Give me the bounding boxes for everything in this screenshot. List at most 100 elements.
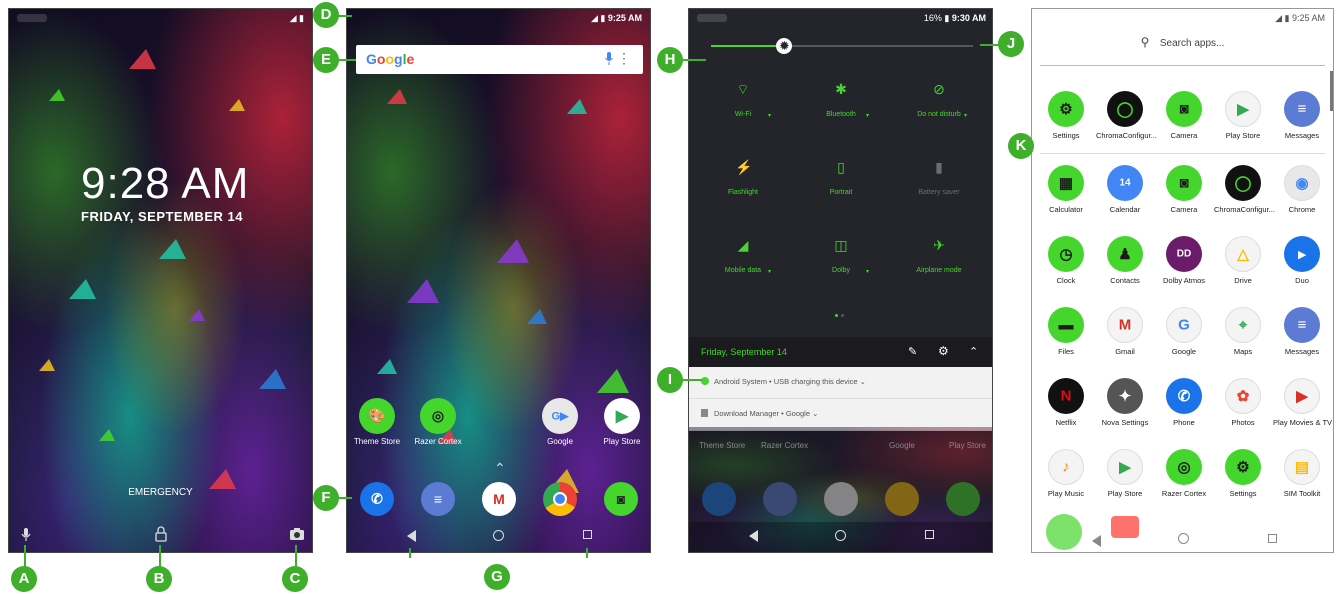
dock-camera-icon[interactable]: ◙ xyxy=(604,482,638,516)
drawer-app-drive[interactable]: △ Drive xyxy=(1214,236,1272,285)
duo-icon: ▸ xyxy=(1284,236,1320,272)
camera-icon[interactable] xyxy=(289,526,305,542)
settings-icon[interactable]: ⚙ xyxy=(938,344,949,358)
dock-phone-icon[interactable]: ✆ xyxy=(360,482,394,516)
unlock-icon[interactable] xyxy=(153,526,169,542)
drawer-app-razer-cortex[interactable]: ◎ Razer Cortex xyxy=(1155,449,1213,498)
dock-chrome-icon[interactable] xyxy=(543,482,577,516)
play-store-icon: ▶ xyxy=(604,398,640,434)
drawer-app-sim-toolkit[interactable]: ▤ SIM Toolkit xyxy=(1273,449,1331,498)
drawer-app-phone[interactable]: ✆ Phone xyxy=(1155,378,1213,427)
drawer-app-messages[interactable]: ≡ Messages xyxy=(1273,307,1331,356)
back-icon[interactable] xyxy=(749,530,758,542)
mic-icon[interactable] xyxy=(605,52,613,66)
netflix-icon: N xyxy=(1048,378,1084,414)
photos-icon: ✿ xyxy=(1225,378,1261,414)
theme-store-icon[interactable] xyxy=(1046,514,1082,550)
recents-icon[interactable] xyxy=(925,530,934,539)
tile-icon: ⚡ xyxy=(735,159,753,175)
app-google-folder[interactable]: G▶ Google xyxy=(531,398,589,446)
back-icon[interactable] xyxy=(1092,535,1101,547)
figure: ◢ ▮ 9:28 AM FRIDAY, SEPTEMBER 14 EMERGEN… xyxy=(0,0,1338,597)
tile-do-not-disturb[interactable]: ⊘ Do not disturb ▾ xyxy=(891,81,987,119)
drawer-app-settings[interactable]: ⚙ Settings xyxy=(1037,91,1095,140)
dropdown-caret-icon[interactable]: ▾ xyxy=(768,268,771,275)
dock-gmail-icon[interactable]: M xyxy=(482,482,516,516)
drawer-app-clock[interactable]: ◷ Clock xyxy=(1037,236,1095,285)
drawer-app-nova-settings[interactable]: ✦ Nova Settings xyxy=(1096,378,1154,427)
drawer-app-label: Google xyxy=(1171,347,1197,356)
drawer-app-chromaconfigur[interactable]: ◯ ChromaConfigur... xyxy=(1096,91,1157,140)
tile-airplane-mode[interactable]: ✈ Airplane mode xyxy=(891,237,987,274)
drawer-app-photos[interactable]: ✿ Photos xyxy=(1214,378,1272,427)
drawer-app-settings[interactable]: ⚙ Settings xyxy=(1214,449,1272,498)
drawer-app-gmail[interactable]: M Gmail xyxy=(1096,307,1154,356)
status-icons: ◢ ▮ xyxy=(289,13,304,23)
collapse-icon[interactable]: ⌃ xyxy=(969,345,978,358)
drawer-app-calculator[interactable]: ▦ Calculator xyxy=(1037,165,1095,214)
status-time: 9:25 AM xyxy=(607,13,642,23)
dropdown-caret-icon[interactable]: ▾ xyxy=(866,268,869,275)
youtube-icon[interactable] xyxy=(1111,516,1139,538)
drawer-app-maps[interactable]: ⌖ Maps xyxy=(1214,307,1272,356)
drawer-app-label: Camera xyxy=(1170,131,1198,140)
callout-line xyxy=(409,548,411,558)
drawer-app-calendar[interactable]: 14 Calendar xyxy=(1096,165,1154,214)
app-theme-store[interactable]: 🎨 Theme Store xyxy=(348,398,406,446)
drawer-app-camera[interactable]: ◙ Camera xyxy=(1155,91,1213,140)
dock-messages-icon[interactable]: ≡ xyxy=(421,482,455,516)
app-play-store[interactable]: ▶ Play Store xyxy=(593,398,650,446)
wallpaper-shard xyxy=(407,279,439,303)
recents-icon[interactable] xyxy=(583,530,592,539)
app-razer-cortex[interactable]: ◎ Razer Cortex xyxy=(409,398,467,446)
dropdown-caret-icon[interactable]: ▾ xyxy=(866,112,869,119)
tile-flashlight[interactable]: ⚡ Flashlight xyxy=(695,159,791,196)
tile-label: Dolby xyxy=(832,267,850,274)
drawer-app-contacts[interactable]: ♟ Contacts xyxy=(1096,236,1154,285)
tile-label: Flashlight xyxy=(728,189,758,196)
overflow-menu-icon[interactable]: ⋮ xyxy=(617,50,631,67)
drawer-app-duo[interactable]: ▸ Duo xyxy=(1273,236,1331,285)
brightness-icon[interactable]: ✹ xyxy=(776,38,793,54)
drawer-app-netflix[interactable]: N Netflix xyxy=(1037,378,1095,427)
drawer-app-play-store[interactable]: ▶ Play Store xyxy=(1214,91,1272,140)
wallpaper-shard xyxy=(259,369,286,389)
brightness-slider[interactable] xyxy=(711,45,973,47)
microphone-icon[interactable] xyxy=(18,526,34,542)
google-search-bar[interactable]: Google ⋮ xyxy=(356,45,643,74)
recents-icon[interactable] xyxy=(1268,534,1277,543)
drawer-app-chrome[interactable]: ◉ Chrome xyxy=(1273,165,1331,214)
drawer-app-files[interactable]: ▬ Files xyxy=(1037,307,1095,356)
drawer-app-dolby-atmos[interactable]: DD Dolby Atmos xyxy=(1155,236,1213,285)
drawer-app-play-store[interactable]: ▶ Play Store xyxy=(1096,449,1154,498)
nav-bar xyxy=(347,522,650,552)
drawer-app-google[interactable]: G Google xyxy=(1155,307,1213,356)
tile-wi-fi[interactable]: ⌔ Wi-Fi ▾ xyxy=(695,81,791,119)
app-drawer-chevron-icon[interactable]: ⌃ xyxy=(494,460,506,477)
carrier-text xyxy=(697,14,727,22)
callout-f: F xyxy=(313,485,339,511)
emergency-button[interactable]: EMERGENCY xyxy=(9,487,312,498)
drawer-app-chromaconfigur[interactable]: ◯ ChromaConfigur... xyxy=(1214,165,1275,214)
tile-battery-saver[interactable]: ▮ Battery saver xyxy=(891,159,987,196)
drawer-app-play-movies-tv[interactable]: ▶ Play Movies & TV xyxy=(1273,378,1332,427)
tile-portrait[interactable]: ▯ Portrait xyxy=(793,159,889,196)
search-apps-field[interactable]: ⚲ Search apps... xyxy=(1032,33,1333,69)
home-icon[interactable] xyxy=(1178,533,1189,544)
drawer-app-camera[interactable]: ◙ Camera xyxy=(1155,165,1213,214)
nav-bar xyxy=(689,522,992,552)
tile-bluetooth[interactable]: ✱ Bluetooth ▾ xyxy=(793,81,889,119)
back-icon[interactable] xyxy=(407,530,416,542)
tile-mobile-data[interactable]: ◢ Mobile data ▾ xyxy=(695,237,791,275)
home-icon[interactable] xyxy=(493,530,504,541)
drawer-app-messages[interactable]: ≡ Messages xyxy=(1273,91,1331,140)
dropdown-caret-icon[interactable]: ▾ xyxy=(964,112,967,119)
edit-icon[interactable]: ✎ xyxy=(908,345,917,358)
notification-usb[interactable]: Android System • USB charging this devic… xyxy=(689,367,992,399)
callout-b: B xyxy=(146,566,172,592)
dropdown-caret-icon[interactable]: ▾ xyxy=(768,112,771,119)
tile-dolby[interactable]: ◫ Dolby ▾ xyxy=(793,237,889,275)
home-icon[interactable] xyxy=(835,530,846,541)
drawer-app-play-music[interactable]: ♪ Play Music xyxy=(1037,449,1095,498)
callout-line xyxy=(586,548,588,558)
